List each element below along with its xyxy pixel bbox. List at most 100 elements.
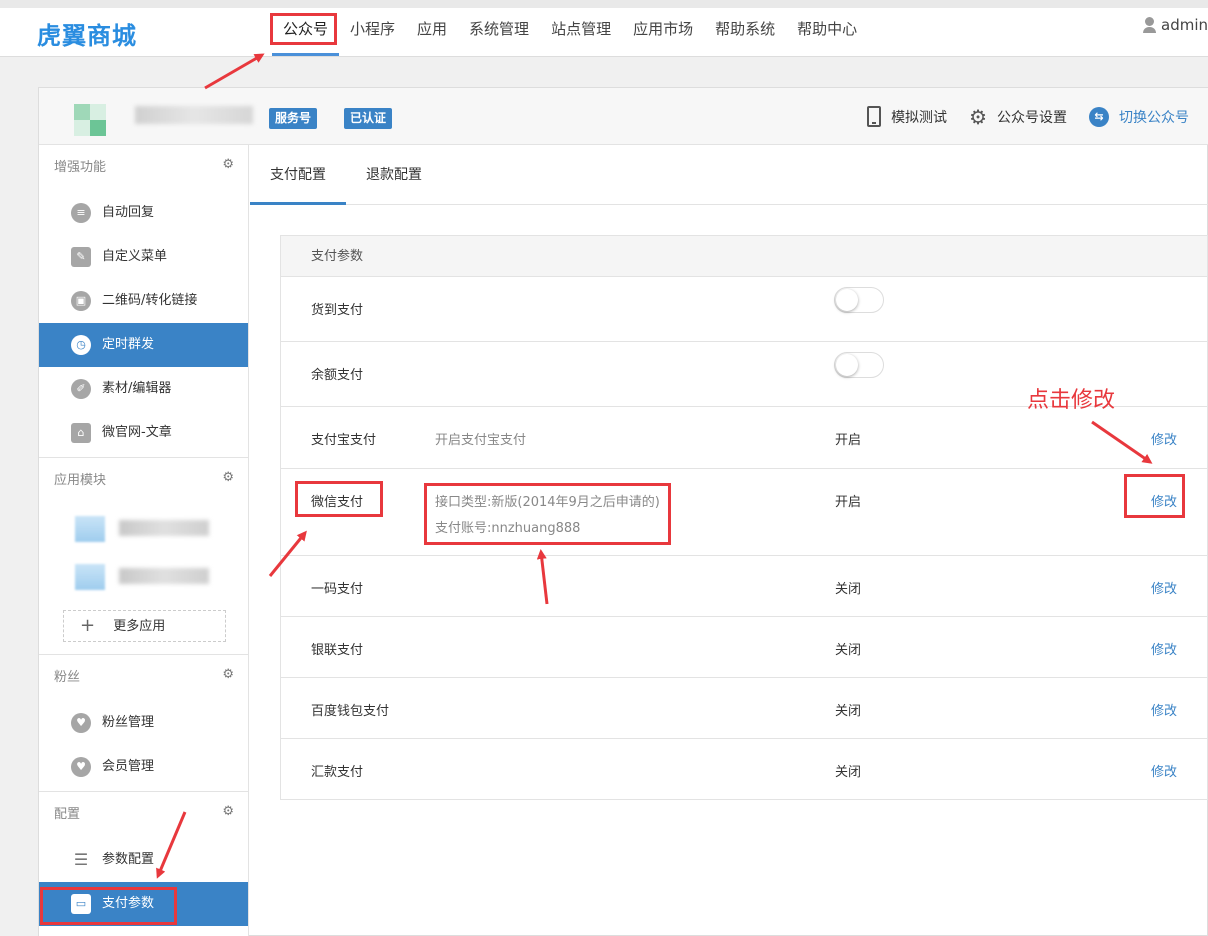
nav-help-center[interactable]: 帮助中心	[786, 8, 868, 56]
arrow-to-nav	[204, 53, 265, 90]
alipay-edit-link[interactable]: 修改	[1151, 429, 1177, 448]
yima-edit-link[interactable]: 修改	[1151, 578, 1177, 597]
cod-toggle[interactable]	[834, 287, 884, 313]
nav-apps[interactable]: 应用	[406, 8, 458, 56]
switch-account-label: 切换公众号	[1119, 109, 1189, 126]
sidebar-item-label: 参数配置	[102, 852, 155, 867]
group-title-label: 粉丝	[54, 670, 81, 685]
sidebar-item-scheduled-send[interactable]: ◷ 定时群发	[39, 323, 248, 367]
more-apps-label: 更多应用	[113, 619, 166, 634]
table-row: 一码支付 关闭 修改	[281, 556, 1207, 617]
qrcode-icon: ▣	[71, 291, 91, 311]
sidebar-item-label: 微官网-文章	[102, 425, 172, 440]
sidebar-item-label: 粉丝管理	[102, 715, 155, 730]
heart-icon: ♥	[71, 757, 91, 777]
nav-site[interactable]: 站点管理	[540, 8, 622, 56]
plus-icon: +	[80, 615, 96, 636]
user-menu[interactable]: admin	[1142, 16, 1208, 34]
swap-icon: ⇆	[1089, 106, 1109, 127]
tab-bar: 支付配置 退款配置	[250, 145, 1208, 205]
payment-name: 余额支付	[311, 368, 364, 383]
sidebar-item-custom-menu[interactable]: ✎ 自定义菜单	[39, 235, 248, 279]
gear-icon[interactable]: ⚙	[222, 142, 234, 188]
sidebar-group-fans: 粉丝 ⚙	[39, 655, 248, 701]
home-icon: ⌂	[71, 423, 91, 443]
unionpay-edit-link[interactable]: 修改	[1151, 639, 1177, 658]
highlight-box-wechat-desc	[424, 483, 671, 545]
sidebar-item-material-editor[interactable]: ✐ 素材/编辑器	[39, 367, 248, 411]
sidebar-item-qrcode[interactable]: ▣ 二维码/转化链接	[39, 279, 248, 323]
baidu-wallet-edit-link[interactable]: 修改	[1151, 700, 1177, 719]
top-navbar: 虎翼商城 公众号 小程序 应用 系统管理 站点管理 应用市场 帮助系统 帮助中心…	[0, 0, 1208, 57]
main-nav: 公众号 小程序 应用 系统管理 站点管理 应用市场 帮助系统 帮助中心	[272, 8, 868, 56]
annotation-click-edit: 点击修改	[1027, 388, 1116, 413]
account-avatar	[74, 104, 106, 136]
table-row: 银联支付 关闭 修改	[281, 617, 1207, 678]
payment-status: 关闭	[835, 582, 862, 597]
tab-refund-config[interactable]: 退款配置	[346, 145, 442, 205]
balance-toggle[interactable]	[834, 352, 884, 378]
simulate-test-button[interactable]: 模拟测试	[867, 106, 947, 127]
payment-status: 关闭	[835, 765, 862, 780]
account-settings-button[interactable]: ⚙ 公众号设置	[969, 107, 1067, 127]
nav-miniprogram[interactable]: 小程序	[339, 8, 406, 56]
sidebar: 增强功能 ⚙ ≡ 自动回复 ✎ 自定义菜单 ▣ 二维码/转化链接 ◷ 定时群发 …	[39, 145, 249, 936]
sidebar-item-label: 自动回复	[102, 205, 155, 220]
sidebar-group-app-modules: 应用模块 ⚙	[39, 458, 248, 504]
switch-account-button[interactable]: ⇆ 切换公众号	[1089, 106, 1189, 127]
simulate-test-label: 模拟测试	[891, 109, 948, 126]
verified-badge: 已认证	[344, 108, 393, 129]
sidebar-item-auto-reply[interactable]: ≡ 自动回复	[39, 191, 248, 235]
gear-icon: ⚙	[969, 104, 987, 129]
sidebar-item-fans-management[interactable]: ♥ 粉丝管理	[39, 701, 248, 745]
clock-icon: ◷	[71, 335, 91, 355]
gear-icon[interactable]: ⚙	[222, 789, 234, 835]
sidebar-item-label: 素材/编辑器	[102, 381, 172, 396]
app-module-item-blurred[interactable]	[39, 552, 248, 600]
sidebar-item-label: 会员管理	[102, 759, 155, 774]
sidebar-group-config: 配置 ⚙	[39, 792, 248, 838]
account-name-blurred	[135, 106, 253, 124]
payment-name: 货到支付	[311, 303, 364, 318]
phone-icon	[867, 106, 882, 127]
sidebar-item-param-config[interactable]: ☰ 参数配置	[39, 838, 248, 882]
nav-system[interactable]: 系统管理	[458, 8, 540, 56]
nav-help-system[interactable]: 帮助系统	[704, 8, 786, 56]
account-bar: 服务号 已认证 模拟测试 ⚙ 公众号设置 ⇆ 切换公众号	[39, 88, 1208, 145]
payment-name: 汇款支付	[311, 765, 364, 780]
group-title-label: 应用模块	[54, 473, 107, 488]
sidebar-item-microsite-article[interactable]: ⌂ 微官网-文章	[39, 411, 248, 455]
payment-desc: 开启支付宝支付	[435, 433, 527, 448]
highlight-box-edit	[1124, 474, 1185, 518]
nav-market[interactable]: 应用市场	[622, 8, 704, 56]
payment-name: 银联支付	[311, 643, 364, 658]
more-apps-button[interactable]: + 更多应用	[63, 610, 226, 642]
gear-icon[interactable]: ⚙	[222, 455, 234, 501]
document-icon: ✎	[71, 247, 91, 267]
remittance-edit-link[interactable]: 修改	[1151, 761, 1177, 780]
group-title-label: 增强功能	[54, 160, 107, 175]
list-icon: ☰	[73, 850, 89, 869]
account-actions: 模拟测试 ⚙ 公众号设置 ⇆ 切换公众号	[845, 106, 1189, 127]
username: admin	[1161, 16, 1208, 34]
table-row: 微信支付 接口类型:新版(2014年9月之后申请的) 支付账号:nnzhuang…	[281, 469, 1207, 556]
group-title-label: 配置	[54, 807, 81, 822]
gear-icon[interactable]: ⚙	[222, 652, 234, 698]
payment-name: 百度钱包支付	[311, 704, 390, 719]
payment-name: 一码支付	[311, 582, 364, 597]
sidebar-item-label: 二维码/转化链接	[102, 293, 198, 308]
sidebar-item-label: 自定义菜单	[102, 249, 168, 264]
payment-status: 关闭	[835, 643, 862, 658]
sidebar-group-enhanced: 增强功能 ⚙	[39, 145, 248, 191]
heart-icon: ♥	[71, 713, 91, 733]
payment-name: 支付宝支付	[311, 433, 377, 448]
sidebar-item-member-management[interactable]: ♥ 会员管理	[39, 745, 248, 789]
app-module-item-blurred[interactable]	[39, 504, 248, 552]
site-logo[interactable]: 虎翼商城	[37, 16, 137, 51]
service-badge: 服务号	[269, 108, 318, 129]
pencil-icon: ✐	[71, 379, 91, 399]
sidebar-item-label: 定时群发	[102, 337, 155, 352]
account-settings-label: 公众号设置	[997, 109, 1067, 126]
table-row: 百度钱包支付 关闭 修改	[281, 678, 1207, 739]
tab-payment-config[interactable]: 支付配置	[250, 145, 346, 205]
